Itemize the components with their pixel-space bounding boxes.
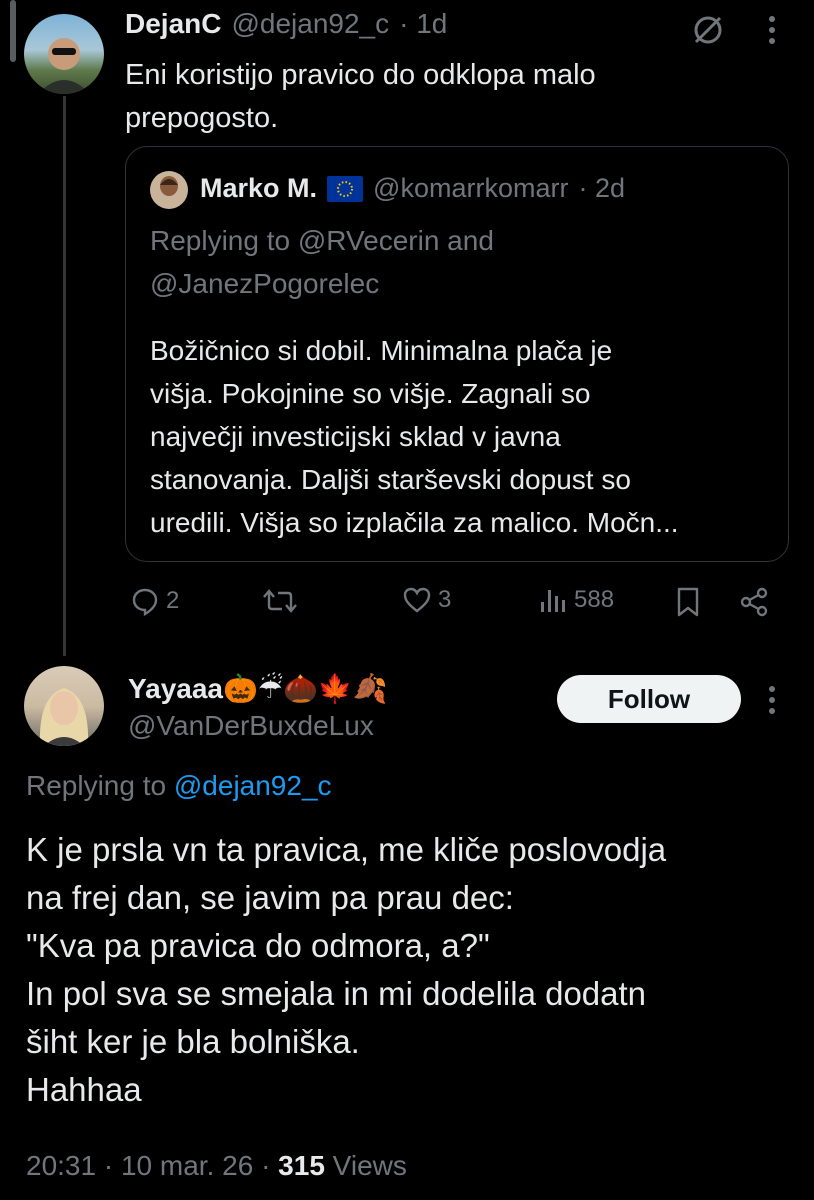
quoted-replying-line-1: Replying to @RVecerin and xyxy=(150,225,494,256)
quoted-replying-to: Replying to @RVecerin and @JanezPogorele… xyxy=(150,219,494,305)
avatar-yayaaa[interactable] xyxy=(24,666,104,746)
avatar-marko xyxy=(150,171,188,209)
quoted-text-line: stanovanja. Daljši starševski dopust so xyxy=(150,464,631,495)
main-author-handle[interactable]: @VanDerBuxdeLux xyxy=(128,710,374,742)
quoted-text-line: višja. Pokojnine so višje. Zagnali so xyxy=(150,378,591,409)
quoted-text-line: največji investicijski sklad v javna xyxy=(150,421,561,452)
share-icon xyxy=(738,586,770,618)
bookmark-icon xyxy=(674,586,702,618)
tweet-time[interactable]: · 1d xyxy=(399,8,447,40)
quoted-text-line: uredili. Višja so izplačila za malico. M… xyxy=(150,507,679,538)
views-button[interactable]: 588 xyxy=(538,586,614,614)
main-replying-to: Replying to @dejan92_c xyxy=(26,770,332,802)
views-count-main: 315 xyxy=(278,1150,325,1181)
reply-count: 2 xyxy=(166,587,180,614)
follow-button[interactable]: Follow xyxy=(557,675,741,723)
quoted-text-line: Božičnico si dobil. Minimalna plača je xyxy=(150,335,613,366)
quoted-tweet-card[interactable]: Marko M. @komarrkomarr · 2d Replying to … xyxy=(125,146,789,562)
tweet-date[interactable]: 10 mar. 26 xyxy=(121,1150,253,1181)
thread-connector-line xyxy=(63,96,66,656)
quoted-replying-line-2: @JanezPogorelec xyxy=(150,268,380,299)
quoted-author-name: Marko M. xyxy=(200,173,318,203)
quoted-tweet-time: · 2d xyxy=(578,173,625,203)
eu-flag-icon xyxy=(327,175,364,202)
more-options-icon[interactable] xyxy=(762,14,782,46)
more-options-icon[interactable] xyxy=(762,684,782,716)
bookmark-button[interactable] xyxy=(674,586,702,618)
parent-tweet-header: DejanC @dejan92_c · 1d xyxy=(125,8,447,40)
quoted-header: Marko M. @komarrkomarr · 2d xyxy=(200,173,625,204)
scrollbar[interactable] xyxy=(10,0,16,62)
repost-icon xyxy=(262,586,298,616)
replying-prefix: Replying to xyxy=(26,770,167,801)
author-handle[interactable]: @dejan92_c xyxy=(231,8,389,40)
main-author-name[interactable]: Yayaaa🎃☔🌰🍁🍂 xyxy=(128,672,388,705)
quoted-tweet-text: Božičnico si dobil. Minimalna plača je v… xyxy=(150,329,780,544)
reply-icon xyxy=(130,586,160,616)
like-count: 3 xyxy=(438,586,452,613)
meta-separator: · xyxy=(103,1150,114,1181)
repost-button[interactable] xyxy=(262,586,298,616)
tweet-time[interactable]: 20:31 xyxy=(26,1150,96,1181)
heart-icon xyxy=(402,586,432,614)
avatar-dejanc[interactable] xyxy=(24,14,104,94)
analytics-icon xyxy=(538,586,568,614)
parent-tweet-text: Eni koristijo pravico do odklopa malo pr… xyxy=(125,59,596,134)
views-count: 588 xyxy=(574,586,615,613)
main-tweet-text: K je prsla vn ta pravica, me kliče poslo… xyxy=(26,831,667,1108)
share-button[interactable] xyxy=(738,586,770,618)
author-name[interactable]: DejanC xyxy=(125,8,221,40)
tweet-meta: 20:31 · 10 mar. 26 · 315 Views xyxy=(26,1150,407,1182)
meta-separator: · xyxy=(261,1150,271,1181)
grok-icon[interactable] xyxy=(690,12,726,48)
reply-button[interactable]: 2 xyxy=(130,586,179,616)
like-button[interactable]: 3 xyxy=(402,586,451,614)
views-label: Views xyxy=(332,1150,407,1181)
replying-handle-link[interactable]: @dejan92_c xyxy=(174,770,332,801)
quoted-author-handle: @komarrkomarr xyxy=(373,173,569,203)
